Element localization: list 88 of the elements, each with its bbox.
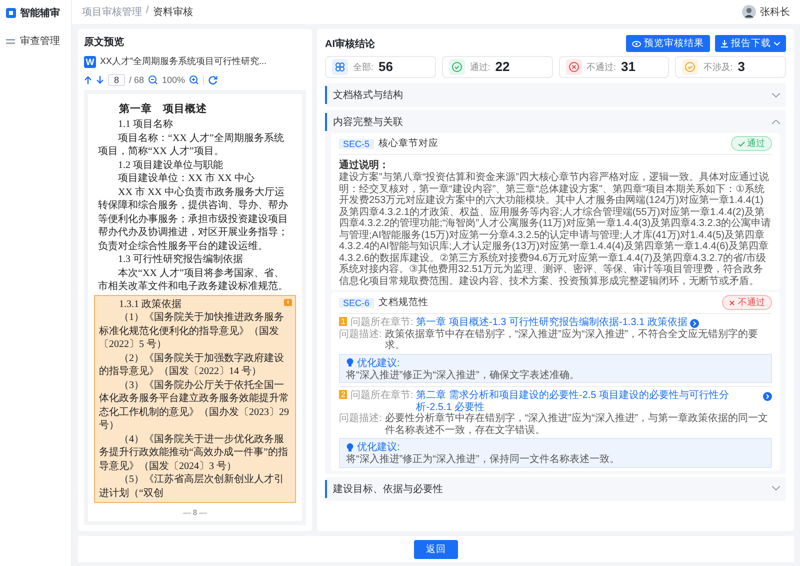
- panel-title: AI审核结论: [325, 37, 375, 50]
- breadcrumb-item: 资料审核: [152, 6, 193, 19]
- zoom-level: 100%: [162, 75, 186, 85]
- page-total: / 68: [129, 75, 144, 85]
- chevron-icon: [772, 92, 780, 98]
- document-paragraph: 项目名称：“XX 人才”全周期服务系统项目，简称“XX 人才”项目。: [98, 132, 285, 158]
- chevron-icon: [772, 120, 780, 124]
- document-paragraph: 本次“XX 人才”项目将参考国家、省、市相关改革文件和电子政务建设标准规范。: [98, 266, 289, 294]
- section-header[interactable]: 文档格式与结构: [325, 86, 780, 104]
- stat-label: 全部:: [353, 60, 374, 74]
- note-marker-icon[interactable]: [284, 298, 292, 306]
- page-input[interactable]: 8: [108, 74, 126, 86]
- document-paragraph: （3）《国务院办公厅关于依托全国一体化政务服务平台建立政务服务效能提升常态化工作机制的意见》（国办发〔2023〕29 号）: [99, 378, 290, 432]
- avatar-icon: [742, 5, 756, 19]
- arrow-up-icon[interactable]: [84, 76, 92, 84]
- issue-number: 2: [339, 390, 348, 400]
- document-paragraph: （2）《国务院关于加强数字政府建设的指导意见》（国发〔2022〕14 号）: [99, 352, 285, 378]
- sidebar-item[interactable]: 审查管理: [6, 32, 65, 50]
- document-paragraph: （4）《国务院关于进一步优化政务服务提升行政效能推动“高效办成一件事”的指导意见》（国发〔2024〕3 号）: [99, 432, 289, 473]
- stat-label: 不涉及:: [703, 60, 733, 74]
- x-icon: [729, 300, 736, 306]
- code-tag: SEC-6: [339, 298, 374, 308]
- check-icon: [738, 140, 745, 146]
- stat-label: 通过:: [470, 60, 490, 74]
- stat-value: 3: [738, 59, 745, 75]
- section-header[interactable]: 内容完整与关联: [325, 113, 780, 131]
- field-label: 问题描述:: [339, 413, 382, 424]
- explanation-text: 建设方案”与第八章“投资估算和资金来源”四大核心章节内容严格对应，逻辑一致。具体对应通过说明：经交叉核对，第一章“建设内容”、第三章“总体建设方案”、第四章“项目本期关系如下：①系统开发费253万元对应建设方案中的六大功能模块。其中人才服务由网端(124万)对应第一章1.4.4(1)及第四章4.3.2.1的才政策、权益、应用服务等内容;人才综合管理端(55万)对应第一章1.4.4(2)及第四章4.3.2.2的管理功能;“海智岗”人才公寓服务(11万)对应第一章1.4.4(3)及第四章4.3.2.3的公寓申请与管理;AI智能服务(15万)对应第一分章4.3.2.5的认定申请与管理;人才库(41万)对1.4.4(5)及第四章4.3.2.4的AI智能与知识库;人才认定服务(13万)对应第一章1.4.4(4)及第四章第一章1.4.4(6)及第四章4.3.2.6的数据库建设。②第三方系统对接费94.6万元对应第一章1.4.4(7)及第四章4.3.2.7的省/市级系统对接内容。③其他费用32.51万元为监理、测评、密评、等保、审计等项目管理费，符合政务信息化项目常规取费范围。建设内容、技术方案、投资预算形成完整逻辑闭环，无断节或矛盾。: [339, 172, 772, 287]
- page-number: — 8 —: [182, 507, 208, 517]
- document-paragraph: 项目建设单位：XX 市 XX 中心: [117, 172, 256, 186]
- check-circle-icon: [450, 61, 463, 73]
- document-paragraph: （5）《江苏省高层次创新创业人才引进计划（“双创: [99, 473, 285, 500]
- list-icon: [6, 36, 15, 46]
- download-icon: [721, 40, 728, 48]
- panel-title: 原文预览: [84, 36, 125, 49]
- check-title: 文档规范性: [378, 296, 430, 309]
- user-name[interactable]: 张科长: [760, 5, 790, 19]
- check-circle-icon: [684, 61, 696, 73]
- document-subheading: 1.3.1 政策依据: [118, 298, 182, 311]
- field-label: 问题所在章节:: [350, 390, 414, 402]
- arrow-right-circle-icon[interactable]: [763, 392, 772, 401]
- document-subheading: 1.1 项目名称: [117, 118, 174, 132]
- word-file-icon: W: [84, 56, 96, 68]
- document-subheading: 1.2 项目建设单位与职能: [117, 158, 224, 172]
- suggestion-text: 将“深入推进”修正为“深入推进”，确保文字表述准确。: [346, 370, 580, 381]
- preview-button[interactable]: 预览审核结果: [626, 35, 710, 52]
- grid-icon: [334, 61, 346, 73]
- issue-number: 1: [339, 317, 348, 326]
- stat-value: 56: [378, 59, 393, 75]
- field-label: 问题描述:: [339, 328, 382, 340]
- document-paragraph: （1）《国务院关于加快推进政务服务标准化规范化便利化的指导意见》（国发〔2022〕5 号）: [99, 311, 285, 352]
- stat-label: 不通过:: [586, 60, 616, 74]
- back-button[interactable]: 返回: [414, 540, 458, 558]
- status-tag: 通过: [731, 136, 772, 151]
- field-label: 问题所在章节:: [350, 317, 414, 328]
- suggestion-label: 优化建议:: [357, 356, 400, 370]
- arrow-down-icon[interactable]: [96, 76, 104, 84]
- eye-icon: [632, 40, 641, 46]
- stat-value: 22: [495, 59, 510, 75]
- refresh-icon[interactable]: [208, 75, 218, 85]
- status-tag: 不通过: [722, 295, 772, 310]
- download-button[interactable]: 报告下载: [715, 35, 786, 52]
- chapter-link[interactable]: 第一章 项目概述-1.3 可行性研究报告编制依据-1.3.1 政策依据: [416, 317, 688, 328]
- breadcrumb-separator: /: [146, 5, 149, 18]
- document-paragraph: XX 市 XX 中心负责市政务服务大厅运转保障和综合服务，提供咨询、导办、帮办等便利化办事服务；承担市级投资建设项目帮办代办及协调推进，对区开展业务指导；负责对企综合性服务平台的建设运维。: [98, 186, 289, 253]
- chevron-icon: [772, 486, 780, 491]
- document-heading: 第一章 项目概述: [118, 102, 208, 116]
- check-title: 核心章节对应: [378, 137, 440, 150]
- caret-icon: [774, 42, 780, 46]
- file-name: XX人才”全周期服务系统项目可行性研究...: [100, 55, 267, 68]
- document-subheading: 1.3 可行性研究报告编制依据: [117, 253, 244, 266]
- app-name: 智能辅审: [20, 6, 60, 20]
- section-header[interactable]: 建设目标、依据与必要性: [325, 480, 780, 498]
- lightbulb-icon: [346, 358, 354, 367]
- issue-description: 必要性分析章节中存在错别字，“深入推进”应为“深入推进”，与第一章政策依据的同一文件名称表述不一致，存在文字错误。: [384, 413, 770, 436]
- lightbulb-icon: [346, 442, 354, 452]
- code-tag: SEC-5: [339, 138, 374, 148]
- zoom-in-icon[interactable]: [189, 75, 200, 85]
- chapter-link[interactable]: 第二章 需求分析和项目建设的必要性-2.5 项目建设的必要性与可行性分析-2.5.1 必要性: [416, 390, 760, 413]
- explanation-label: 通过说明：: [339, 158, 390, 172]
- stat-value: 31: [621, 59, 636, 75]
- logo-icon: [6, 8, 16, 18]
- suggestion-label: 优化建议:: [357, 440, 400, 454]
- zoom-out-icon[interactable]: [148, 75, 158, 85]
- x-circle-icon: [568, 61, 580, 73]
- issue-description: 政策依据章节中存在错别字，“深入推进”应为“深入推进”，不符合全文应无错别字的要求。: [384, 328, 760, 352]
- suggestion-text: 将“深入推进”修正为“深入推进”，保持同一文件名称表述一致。: [346, 454, 620, 466]
- arrow-right-circle-icon[interactable]: [690, 319, 700, 328]
